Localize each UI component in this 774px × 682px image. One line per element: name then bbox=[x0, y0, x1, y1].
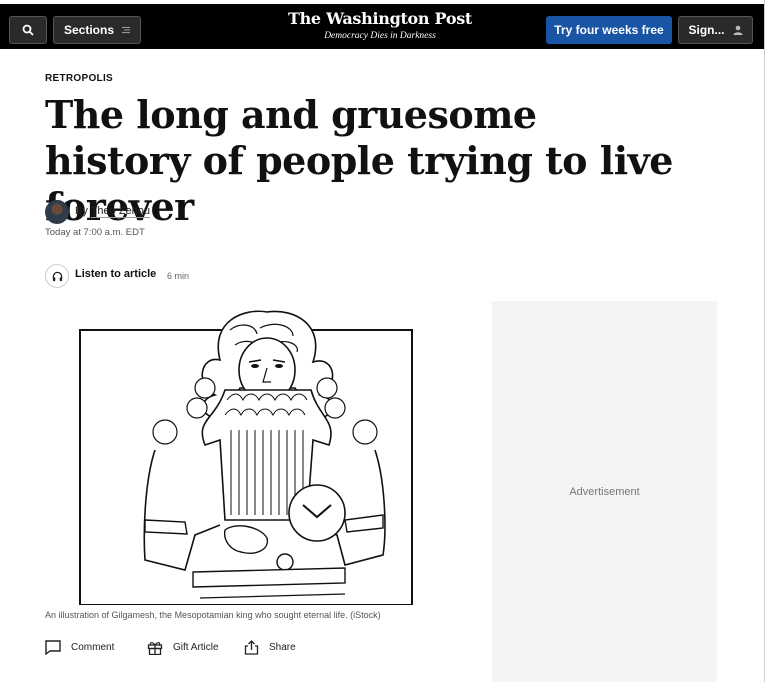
gift-icon bbox=[147, 642, 163, 655]
headphones-icon bbox=[52, 271, 62, 281]
listen-label[interactable]: Listen to article bbox=[75, 268, 156, 280]
lead-image[interactable] bbox=[45, 300, 445, 605]
gilgamesh-illustration bbox=[79, 310, 413, 605]
site-header: Sections The Washington Post Democracy D… bbox=[0, 0, 766, 49]
share-icon bbox=[244, 640, 259, 655]
sections-button[interactable]: Sections bbox=[53, 16, 141, 44]
author-link[interactable]: Theo Zenou bbox=[90, 205, 151, 218]
comment-label: Comment bbox=[71, 642, 115, 653]
author-avatar[interactable] bbox=[45, 200, 69, 224]
search-button[interactable] bbox=[9, 16, 47, 44]
gift-article-button[interactable]: Gift Article bbox=[147, 640, 219, 655]
share-label: Share bbox=[269, 642, 296, 653]
site-logo[interactable]: The Washington Post bbox=[280, 9, 480, 29]
advertisement-label: Advertisement bbox=[569, 485, 640, 498]
comment-icon bbox=[45, 640, 61, 655]
listen-button[interactable] bbox=[45, 264, 69, 288]
section-kicker[interactable]: RETROPOLIS bbox=[45, 73, 113, 84]
search-icon bbox=[22, 24, 34, 36]
hamburger-icon bbox=[122, 26, 130, 34]
site-tagline: Democracy Dies in Darkness bbox=[324, 31, 436, 41]
gift-article-label: Gift Article bbox=[173, 642, 219, 653]
masthead[interactable]: The Washington Post Democracy Dies in Da… bbox=[280, 9, 480, 41]
advertisement-slot[interactable]: Advertisement bbox=[492, 301, 717, 682]
comment-button[interactable]: Comment bbox=[45, 640, 114, 655]
signin-button[interactable]: Sign... bbox=[678, 16, 753, 44]
image-caption: An illustration of Gilgamesh, the Mesopo… bbox=[45, 610, 381, 620]
listen-duration: 6 min bbox=[167, 271, 190, 281]
user-icon bbox=[733, 25, 742, 35]
sections-label: Sections bbox=[64, 23, 115, 37]
signin-label: Sign... bbox=[688, 23, 725, 37]
byline-prefix: By bbox=[75, 205, 88, 217]
byline: By Theo Zenou bbox=[75, 205, 151, 218]
window-edge bbox=[764, 0, 774, 682]
publish-timestamp: Today at 7:00 a.m. EDT bbox=[45, 227, 145, 238]
share-button[interactable]: Share bbox=[244, 640, 296, 655]
subscribe-trial-button[interactable]: Try four weeks free bbox=[546, 16, 672, 44]
